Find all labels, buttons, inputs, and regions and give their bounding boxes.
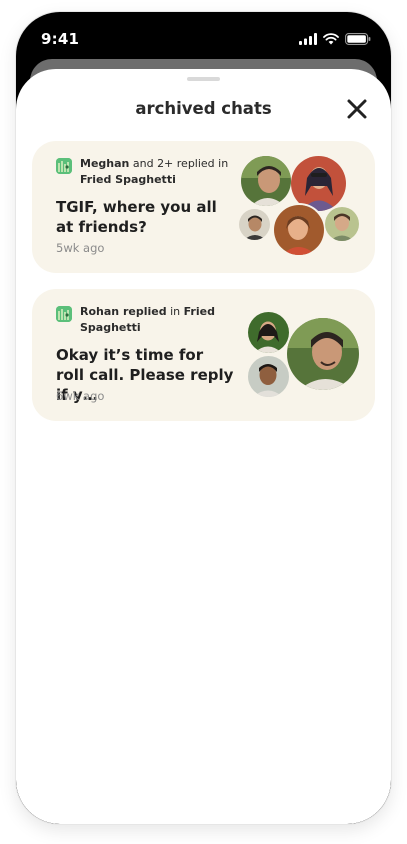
replier-name: Meghan bbox=[80, 157, 130, 170]
avatar bbox=[239, 209, 270, 240]
replier-name: Rohan replied bbox=[80, 305, 167, 318]
replied-text: and 2+ replied in bbox=[129, 157, 229, 170]
chat-meta: Rohan replied in Fried Spaghetti bbox=[80, 304, 240, 336]
battery-icon bbox=[345, 33, 371, 45]
chat-time: 6wk ago bbox=[56, 389, 105, 403]
status-bar: 9:41 bbox=[16, 12, 391, 64]
status-icons bbox=[299, 33, 371, 45]
phone-frame: 9:41 archived chats Meghan and 2+ replie… bbox=[16, 12, 391, 824]
group-name-start: Fried bbox=[183, 305, 215, 318]
group-icon bbox=[56, 306, 72, 322]
chat-time: 5wk ago bbox=[56, 241, 105, 255]
chat-card[interactable]: Rohan replied in Fried Spaghetti Okay it… bbox=[32, 289, 375, 421]
status-time: 9:41 bbox=[41, 30, 80, 48]
close-button[interactable] bbox=[345, 97, 369, 121]
avatar bbox=[325, 207, 359, 241]
avatar bbox=[291, 156, 346, 211]
archived-chats-sheet: archived chats Meghan and 2+ replied in … bbox=[16, 69, 391, 824]
close-icon bbox=[347, 99, 367, 119]
avatar bbox=[274, 205, 324, 255]
chat-card[interactable]: Meghan and 2+ replied in Fried Spaghetti… bbox=[32, 141, 375, 273]
avatar bbox=[287, 318, 359, 390]
cellular-signal-icon bbox=[299, 33, 317, 45]
chat-message: TGIF, where you all at friends? bbox=[56, 198, 217, 236]
avatar bbox=[248, 312, 289, 353]
sheet-grabber[interactable] bbox=[187, 77, 220, 81]
avatar bbox=[241, 156, 291, 206]
avatar bbox=[248, 356, 289, 397]
group-name: Fried Spaghetti bbox=[80, 173, 176, 186]
chat-meta: Meghan and 2+ replied in Fried Spaghetti bbox=[80, 156, 240, 188]
group-name-end: Spaghetti bbox=[80, 321, 141, 334]
sheet-title: archived chats bbox=[135, 99, 272, 118]
group-icon bbox=[56, 158, 72, 174]
replied-text: in bbox=[166, 305, 184, 318]
wifi-icon bbox=[323, 33, 339, 45]
